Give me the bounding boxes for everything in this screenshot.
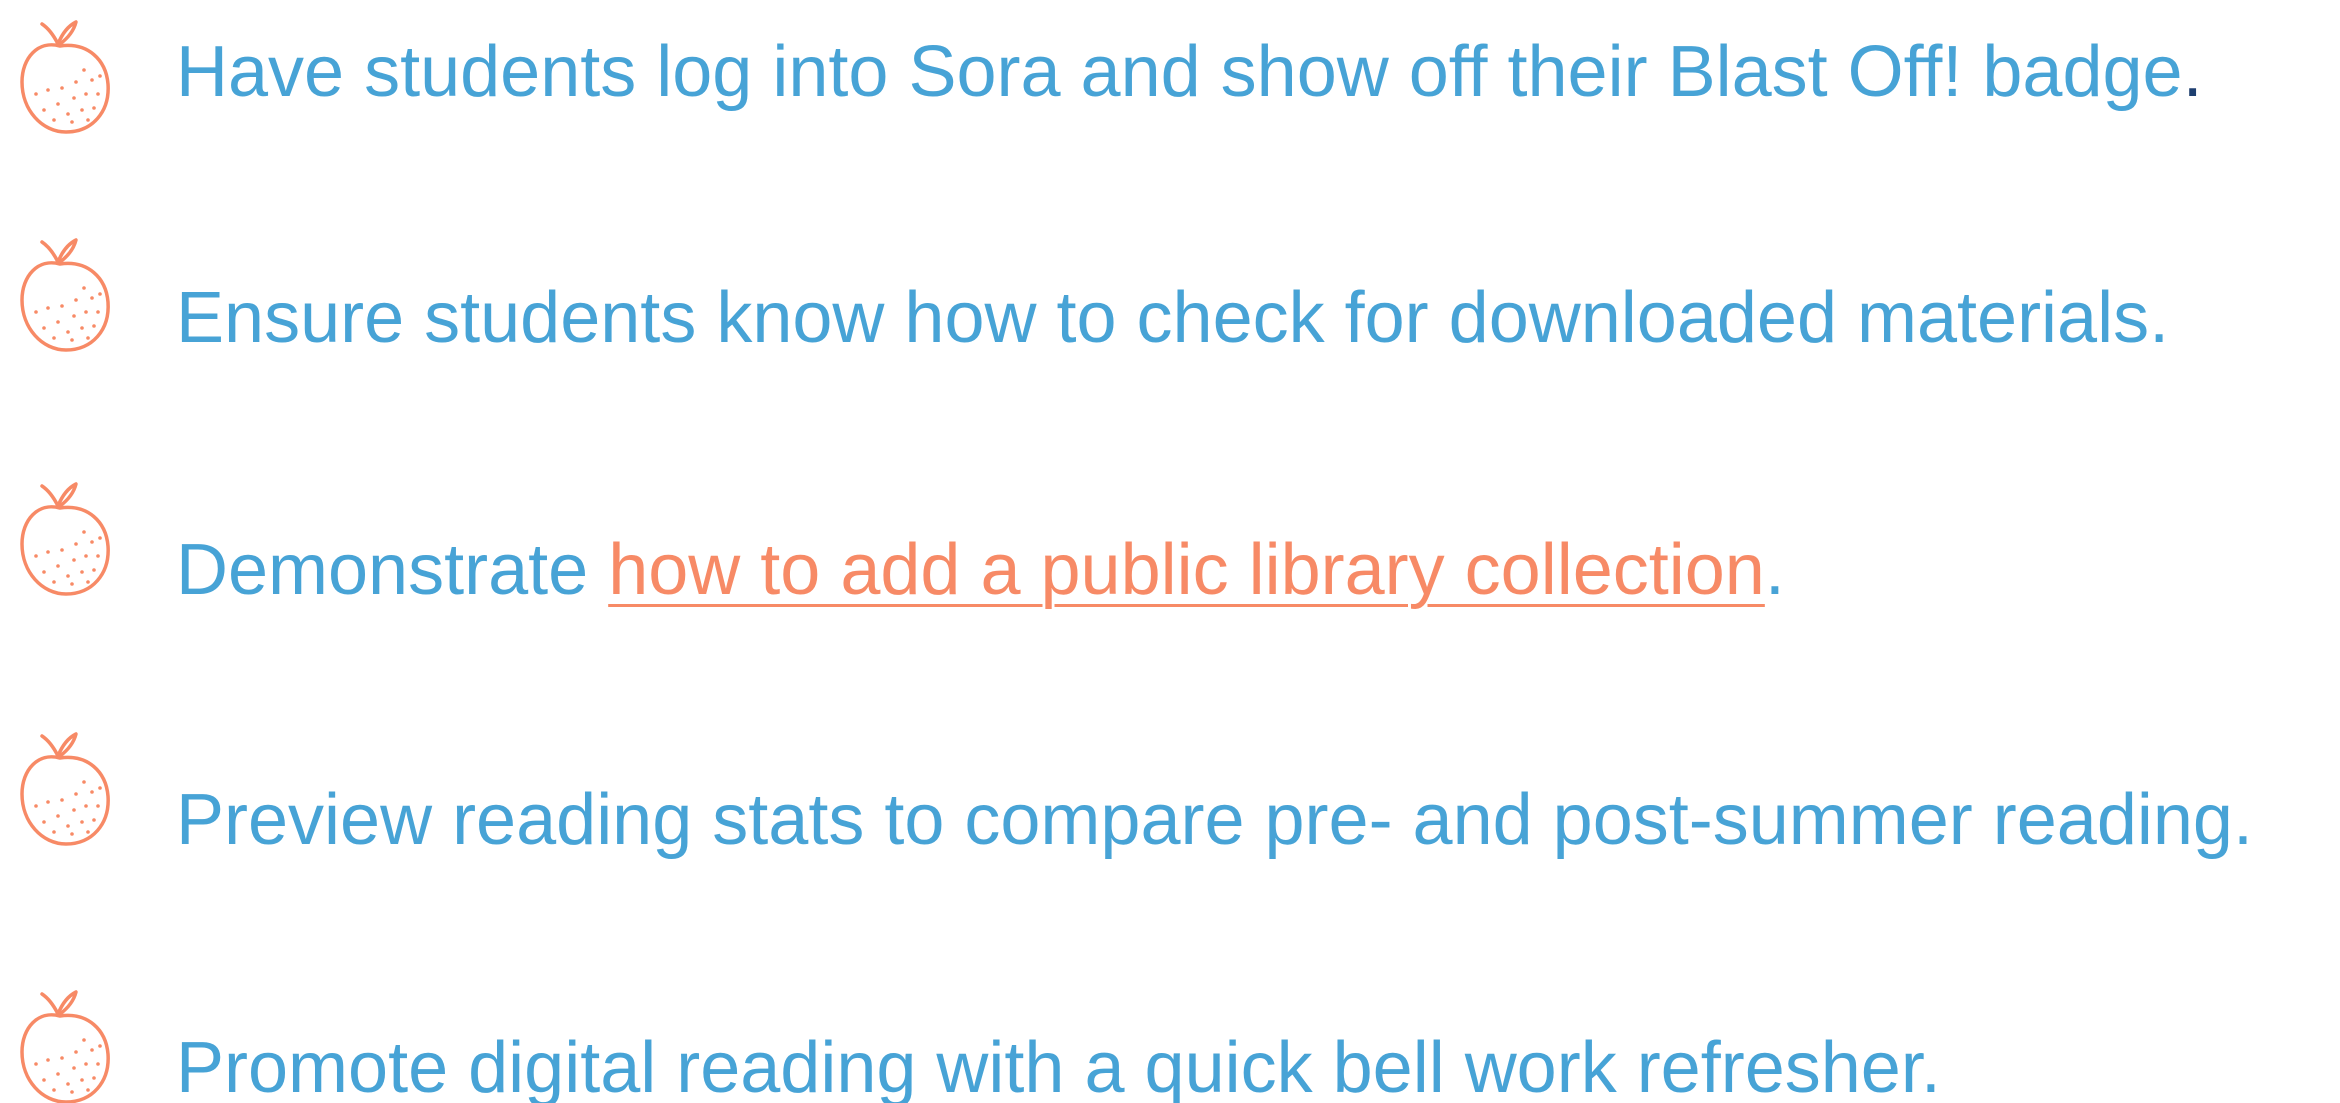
orange-fruit-icon bbox=[20, 482, 110, 596]
orange-fruit-icon bbox=[20, 20, 110, 134]
item-text: Ensure students know how to check for do… bbox=[176, 278, 2170, 358]
orange-fruit-icon bbox=[20, 990, 110, 1103]
public-library-collection-link[interactable]: how to add a public library collection bbox=[608, 530, 1765, 610]
item-text: Demonstrate how to add a public library … bbox=[176, 530, 1785, 610]
item-text: Preview reading stats to compare pre- an… bbox=[176, 780, 2253, 860]
list-item-3: Demonstrate how to add a public library … bbox=[0, 472, 2340, 612]
orange-fruit-icon bbox=[20, 238, 110, 352]
orange-fruit-icon bbox=[20, 732, 110, 846]
list-item-1: Have students log into Sora and show off… bbox=[0, 10, 2340, 150]
list-item-4: Preview reading stats to compare pre- an… bbox=[0, 722, 2340, 862]
item-text: Promote digital reading with a quick bel… bbox=[176, 1028, 1941, 1103]
list-item-2: Ensure students know how to check for do… bbox=[0, 228, 2340, 368]
item-text: Have students log into Sora and show off… bbox=[176, 32, 2203, 112]
list-item-5: Promote digital reading with a quick bel… bbox=[0, 980, 2340, 1103]
